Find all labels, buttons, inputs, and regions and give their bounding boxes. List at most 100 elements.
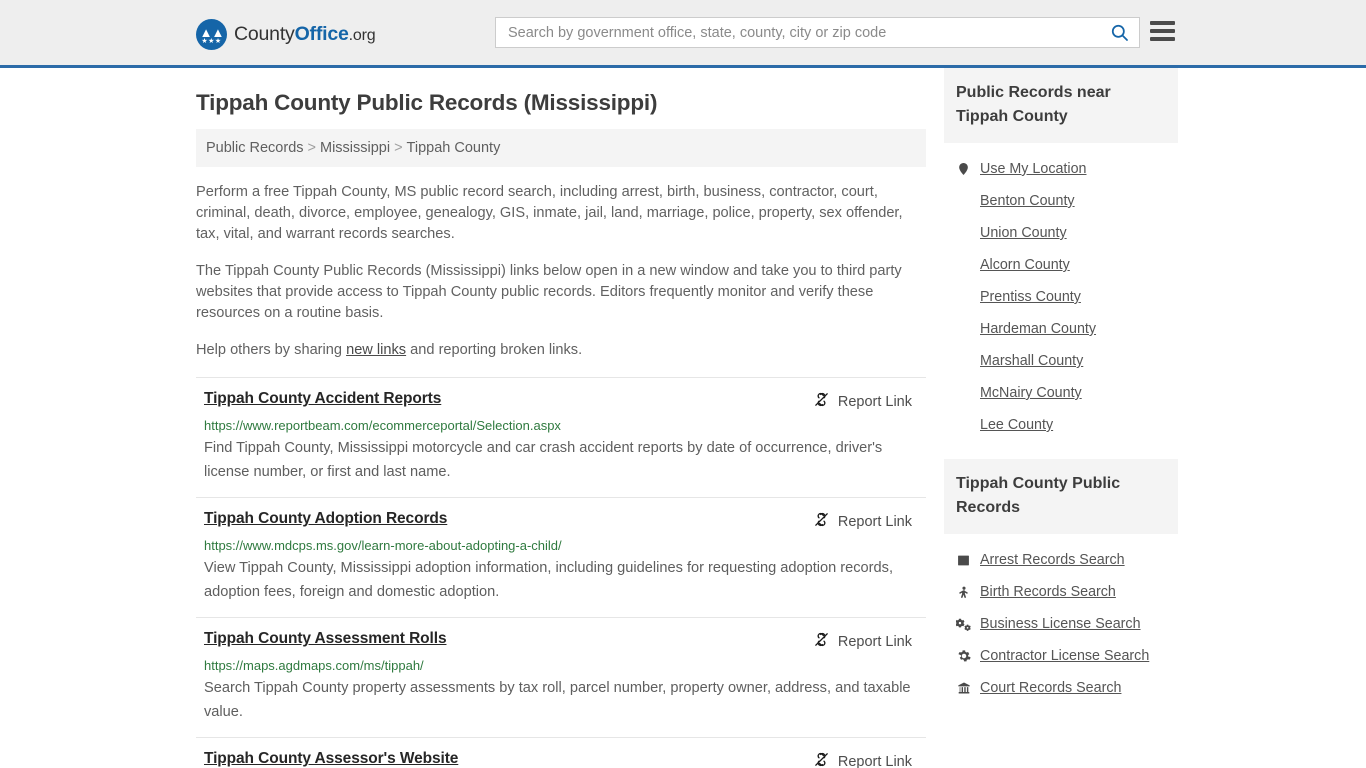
- sidebar-nearby-label[interactable]: Benton County: [980, 193, 1075, 209]
- sidebar-nearby-label[interactable]: Prentiss County: [980, 289, 1081, 305]
- sidebar-county-record-item[interactable]: Birth Records Search: [944, 576, 1178, 608]
- record-url: https://www.reportbeam.com/ecommerceport…: [204, 418, 561, 433]
- sidebar-nearby-label[interactable]: Alcorn County: [980, 257, 1070, 273]
- sidebar-nearby-item[interactable]: Prentiss County: [944, 281, 1178, 313]
- record-description: Search Tippah County property assessment…: [204, 680, 911, 720]
- record-entry: Tippah County Assessment Rolls Report Lin…: [196, 617, 926, 737]
- brand-part2: Office: [294, 23, 349, 45]
- sidebar-county-record-label[interactable]: Court Records Search: [980, 680, 1121, 696]
- fingerprint-icon: [956, 553, 971, 568]
- record-header-row: Tippah County Adoption Records Report Lin…: [196, 510, 926, 532]
- hamburger-menu-icon[interactable]: [1150, 19, 1175, 43]
- broken-link-icon: [813, 391, 830, 412]
- brand-part3: .org: [348, 27, 376, 44]
- report-link-button[interactable]: Report Link: [813, 631, 926, 652]
- share-links-paragraph: Help others by sharing new links and rep…: [196, 340, 926, 361]
- sidebar-nearby-label[interactable]: Marshall County: [980, 353, 1083, 369]
- sidebar-nearby-item[interactable]: Benton County: [944, 185, 1178, 217]
- site-logo-link[interactable]: ▲▲ ★★★ CountyOffice.org: [196, 19, 376, 50]
- child-icon: [956, 585, 971, 600]
- brand-part1: County: [234, 23, 295, 45]
- record-title-link[interactable]: Tippah County Adoption Records: [196, 510, 447, 528]
- record-description: Find Tippah County, Mississippi motorcyc…: [204, 440, 883, 480]
- record-title-link[interactable]: Tippah County Assessment Rolls: [196, 630, 447, 648]
- search-button[interactable]: [1099, 18, 1139, 47]
- eagle-seal-logo-icon: ▲▲ ★★★: [196, 19, 227, 50]
- breadcrumb-item-tippah-county[interactable]: Tippah County: [407, 140, 501, 156]
- sidebar-nearby-box: Public Records near Tippah County Use My…: [944, 68, 1178, 441]
- breadcrumb: Public Records > Mississippi > Tippah County: [196, 129, 926, 167]
- share-prefix: Help others by sharing: [196, 342, 347, 358]
- sidebar-county-record-item[interactable]: Contractor License Search: [944, 640, 1178, 672]
- record-header-row: Tippah County Assessment Rolls Report Lin…: [196, 630, 926, 652]
- sidebar-county-records-box: Tippah County Public Records Arrest Reco…: [944, 459, 1178, 704]
- sidebar-county-records-list: Arrest Records Search Birth Records Searc…: [944, 534, 1178, 704]
- search-input[interactable]: [496, 18, 1099, 47]
- breadcrumb-separator: >: [307, 140, 316, 156]
- sidebar-county-records-heading: Tippah County Public Records: [944, 459, 1178, 534]
- breadcrumb-item-mississippi[interactable]: Mississippi: [320, 140, 390, 156]
- sidebar-nearby-label[interactable]: Use My Location: [980, 161, 1086, 177]
- page-title: Tippah County Public Records (Mississipp…: [196, 90, 658, 115]
- new-links-link[interactable]: new links: [346, 342, 406, 358]
- sidebar-county-record-label[interactable]: Business License Search: [980, 616, 1141, 632]
- report-link-button[interactable]: Report Link: [813, 391, 926, 412]
- sidebar: Public Records near Tippah County Use My…: [944, 68, 1178, 768]
- records-list: Tippah County Accident Reports Report Lin…: [196, 377, 926, 768]
- record-header-row: Tippah County Assessor's Website Report L…: [196, 750, 926, 768]
- sidebar-nearby-item[interactable]: Hardeman County: [944, 313, 1178, 345]
- sidebar-nearby-item[interactable]: Lee County: [944, 409, 1178, 441]
- search-icon: [1111, 24, 1128, 41]
- record-entry: Tippah County Adoption Records Report Lin…: [196, 497, 926, 617]
- report-link-button[interactable]: Report Link: [813, 751, 926, 768]
- share-suffix: and reporting broken links.: [406, 342, 583, 358]
- intro-paragraph-2: The Tippah County Public Records (Missis…: [196, 263, 902, 321]
- sidebar-county-record-item[interactable]: Court Records Search: [944, 672, 1178, 704]
- record-entry: Tippah County Assessor's Website Report L…: [196, 737, 926, 768]
- report-link-label: Report Link: [837, 393, 912, 410]
- record-title-link[interactable]: Tippah County Assessor's Website: [196, 750, 458, 768]
- map-pin-icon: [956, 162, 971, 177]
- broken-link-icon: [813, 631, 830, 652]
- sidebar-county-record-label[interactable]: Birth Records Search: [980, 584, 1116, 600]
- sidebar-county-record-label[interactable]: Arrest Records Search: [980, 552, 1125, 568]
- sidebar-nearby-item[interactable]: Union County: [944, 217, 1178, 249]
- record-url: https://maps.agdmaps.com/ms/tippah/: [204, 658, 424, 673]
- sidebar-nearby-heading: Public Records near Tippah County: [944, 68, 1178, 143]
- brand-wordmark: CountyOffice.org: [234, 23, 376, 46]
- sidebar-nearby-label[interactable]: Hardeman County: [980, 321, 1096, 337]
- record-description: View Tippah County, Mississippi adoption…: [204, 560, 894, 600]
- sidebar-nearby-item[interactable]: Marshall County: [944, 345, 1178, 377]
- sidebar-nearby-item[interactable]: Use My Location: [944, 153, 1178, 185]
- sidebar-nearby-label[interactable]: Lee County: [980, 417, 1053, 433]
- sidebar-nearby-label[interactable]: Union County: [980, 225, 1067, 241]
- sidebar-county-record-label[interactable]: Contractor License Search: [980, 648, 1149, 664]
- hamburger-bar: [1150, 21, 1175, 25]
- report-link-label: Report Link: [837, 753, 912, 768]
- sidebar-nearby-list: Use My Location Benton County Union County…: [944, 143, 1178, 441]
- breadcrumb-item-public-records[interactable]: Public Records: [206, 140, 304, 156]
- sidebar-nearby-label[interactable]: McNairy County: [980, 385, 1082, 401]
- record-header-row: Tippah County Accident Reports Report Lin…: [196, 390, 926, 412]
- sidebar-county-record-item[interactable]: Arrest Records Search: [944, 544, 1178, 576]
- sidebar-nearby-item[interactable]: McNairy County: [944, 377, 1178, 409]
- breadcrumb-separator: >: [394, 140, 403, 156]
- hamburger-bar: [1150, 37, 1175, 41]
- broken-link-icon: [813, 751, 830, 768]
- record-entry: Tippah County Accident Reports Report Lin…: [196, 377, 926, 497]
- hamburger-bar: [1150, 29, 1175, 33]
- record-url: https://www.mdcps.ms.gov/learn-more-abou…: [204, 538, 562, 553]
- courthouse-icon: [956, 681, 971, 696]
- sidebar-nearby-item[interactable]: Alcorn County: [944, 249, 1178, 281]
- page-body: Tippah County Public Records (Mississipp…: [0, 68, 1366, 768]
- search-bar: [495, 17, 1140, 48]
- site-header: ▲▲ ★★★ CountyOffice.org: [0, 0, 1366, 68]
- gear-icon: [956, 649, 971, 664]
- broken-link-icon: [813, 511, 830, 532]
- sidebar-county-record-item[interactable]: Business License Search: [944, 608, 1178, 640]
- main-column: Tippah County Public Records (Mississipp…: [196, 68, 926, 768]
- record-title-link[interactable]: Tippah County Accident Reports: [196, 390, 441, 408]
- report-link-label: Report Link: [837, 633, 912, 650]
- report-link-button[interactable]: Report Link: [813, 511, 926, 532]
- intro-paragraph-1: Perform a free Tippah County, MS public …: [196, 184, 903, 242]
